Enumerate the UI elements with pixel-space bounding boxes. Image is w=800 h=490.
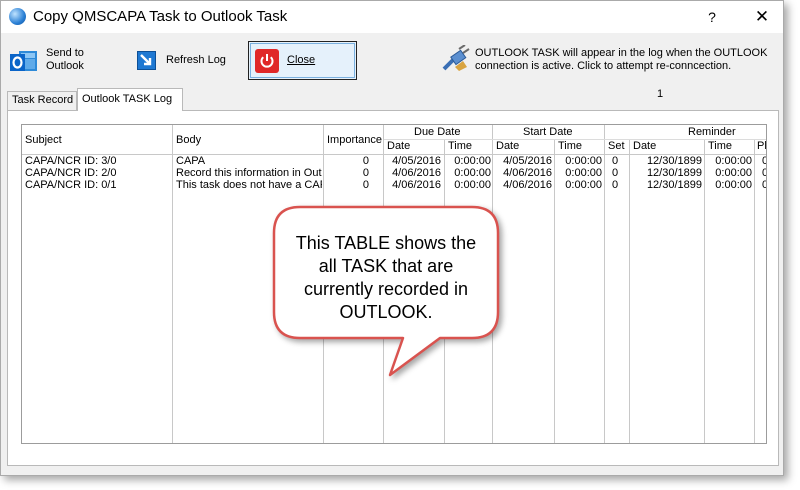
callout-text: This TABLE shows the all TASK that are c… — [295, 233, 477, 322]
cell-reminder-play: 0 — [762, 155, 766, 167]
cell-importance: 0 — [362, 155, 369, 167]
header-start-date-group: Start Date — [523, 126, 573, 138]
close-label: Close — [287, 54, 316, 66]
header-start-date[interactable]: Date — [496, 140, 519, 152]
cell-reminder-play: 0 — [762, 179, 766, 191]
cell-reminder-set: 0 — [612, 167, 619, 179]
header-reminder-group: Reminder — [688, 126, 736, 138]
cell-due-time: 0:00:00 — [454, 179, 491, 191]
cell-due-date: 4/06/2016 — [392, 179, 441, 191]
tab-outlook-task-log[interactable]: Outlook TASK Log — [77, 88, 183, 111]
cell-reminder-time: 0:00:00 — [715, 155, 752, 167]
cell-reminder-date: 12/30/1899 — [646, 167, 702, 179]
connection-status-link[interactable]: OUTLOOK TASK will appear in the log when… — [475, 47, 775, 73]
header-reminder-set[interactable]: Set — [608, 140, 625, 152]
cell-reminder-set: 0 — [612, 155, 619, 167]
cell-reminder-time: 0:00:00 — [715, 167, 752, 179]
cell-start-date: 4/06/2016 — [503, 167, 552, 179]
send-to-outlook-label: Send to Outlook — [46, 47, 84, 72]
cell-due-date: 4/06/2016 — [392, 167, 441, 179]
header-importance[interactable]: Importance — [327, 134, 382, 146]
header-subject[interactable]: Subject — [25, 134, 62, 146]
cell-due-time: 0:00:00 — [454, 155, 491, 167]
header-reminder-play[interactable]: Pla — [757, 140, 766, 152]
cell-subject: CAPA/NCR ID: 2/0 — [25, 167, 117, 179]
arrow-down-right-icon — [137, 51, 156, 70]
help-button[interactable]: ? — [697, 1, 727, 33]
table-row[interactable]: CAPA/NCR ID: 0/1 This task does not have… — [22, 179, 766, 191]
cell-reminder-time: 0:00:00 — [715, 179, 752, 191]
tab-task-record[interactable]: Task Record — [7, 91, 77, 110]
header-start-time[interactable]: Time — [558, 140, 582, 152]
refresh-log-button[interactable]: Refresh Log — [133, 43, 243, 85]
power-icon — [255, 49, 279, 73]
close-button[interactable]: Close — [248, 41, 357, 80]
record-count: 1 — [657, 88, 664, 100]
cell-start-time: 0:00:00 — [565, 155, 602, 167]
window-title: Copy QMSCAPA Task to Outlook Task — [33, 8, 288, 25]
cell-reminder-date: 12/30/1899 — [646, 179, 702, 191]
header-due-time[interactable]: Time — [448, 140, 472, 152]
cell-importance: 0 — [362, 179, 369, 191]
title-bar[interactable]: Copy QMSCAPA Task to Outlook Task ? ✕ — [1, 1, 783, 33]
cell-reminder-play: 0 — [762, 167, 766, 179]
cell-body: Record this information in Outlo — [176, 167, 322, 179]
cell-start-date: 4/05/2016 — [503, 155, 552, 167]
window-close-button[interactable]: ✕ — [741, 1, 783, 33]
send-to-outlook-button[interactable]: Send to Outlook — [9, 43, 114, 85]
cell-due-time: 0:00:00 — [454, 167, 491, 179]
header-reminder-time[interactable]: Time — [708, 140, 732, 152]
cell-subject: CAPA/NCR ID: 3/0 — [25, 155, 117, 167]
header-due-date[interactable]: Date — [387, 140, 410, 152]
cell-start-time: 0:00:00 — [565, 167, 602, 179]
cell-due-date: 4/05/2016 — [392, 155, 441, 167]
cell-body: CAPA — [176, 155, 206, 167]
cell-start-date: 4/06/2016 — [503, 179, 552, 191]
plug-icon[interactable] — [441, 45, 473, 73]
header-reminder-date[interactable]: Date — [633, 140, 656, 152]
cell-reminder-set: 0 — [612, 179, 619, 191]
cell-start-time: 0:00:00 — [565, 179, 602, 191]
outlook-icon — [10, 51, 37, 71]
refresh-log-label: Refresh Log — [166, 54, 226, 66]
table-row[interactable]: CAPA/NCR ID: 3/0 CAPA 0 4/05/2016 0:00:0… — [22, 155, 766, 167]
cell-body: This task does not have a CAP — [176, 179, 322, 191]
app-globe-icon — [9, 8, 26, 25]
header-body[interactable]: Body — [176, 134, 201, 146]
header-due-date-group: Due Date — [414, 126, 461, 138]
cell-subject: CAPA/NCR ID: 0/1 — [25, 179, 117, 191]
table-row[interactable]: CAPA/NCR ID: 2/0 Record this information… — [22, 167, 766, 179]
cell-importance: 0 — [362, 167, 369, 179]
cell-reminder-date: 12/30/1899 — [646, 155, 702, 167]
